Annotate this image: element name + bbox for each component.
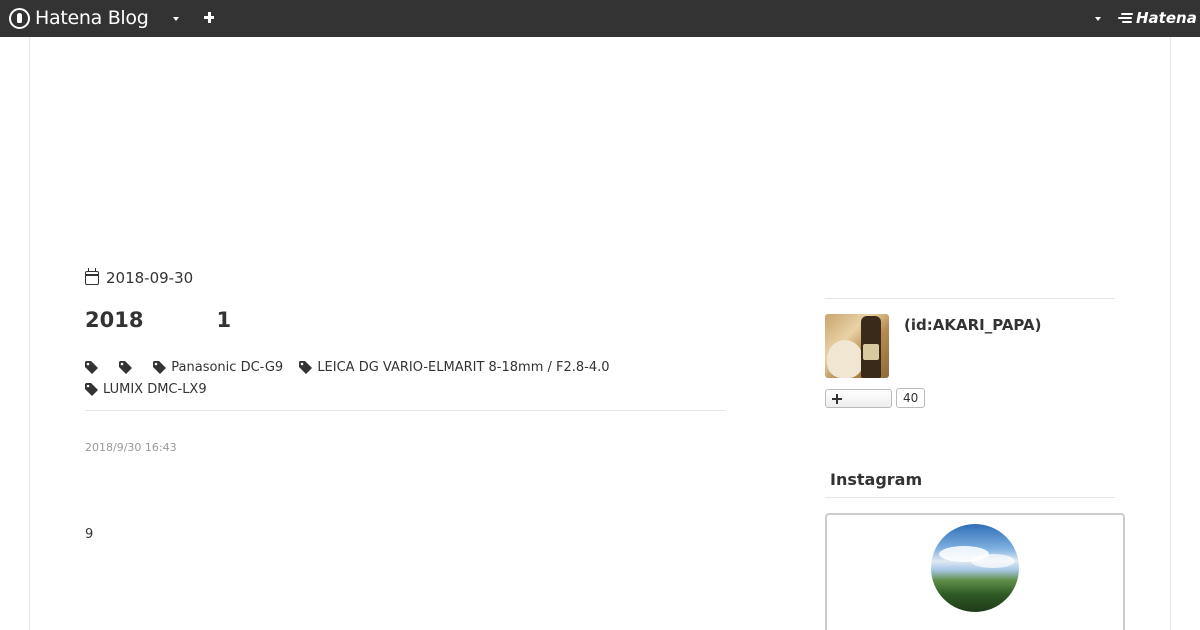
tag-item[interactable] (119, 361, 137, 374)
sidebar-divider (825, 298, 1115, 299)
tag-item[interactable]: LEICA DG VARIO-ELMARIT 8-18mm / F2.8-4.0 (299, 358, 610, 377)
new-post-plus-icon[interactable] (203, 11, 217, 25)
profile-avatar[interactable] (825, 314, 889, 378)
entry-title[interactable]: 2018 1 (85, 308, 231, 332)
hatena-blog-logo-icon (9, 7, 30, 29)
hatena-logo-icon (1118, 12, 1134, 24)
hatena-link[interactable]: Hatena (1118, 9, 1197, 27)
tag-icon (299, 361, 313, 374)
entry-tags: Panasonic DC-G9 LEICA DG VARIO-ELMARIT 8… (85, 358, 725, 402)
tag-item[interactable] (85, 361, 103, 374)
subscribe-button[interactable] (825, 389, 892, 408)
entry-body-text: 9 (85, 527, 94, 542)
tag-icon (85, 361, 98, 374)
tag-icon (119, 361, 133, 374)
tag-item[interactable]: LUMIX DMC-LX9 (85, 380, 207, 399)
tag-label: LUMIX DMC-LX9 (103, 382, 207, 397)
hatena-label: Hatena (1136, 9, 1197, 27)
calendar-icon (85, 268, 99, 285)
tag-label: LEICA DG VARIO-ELMARIT 8-18mm / F2.8-4.0 (317, 360, 610, 375)
module-divider (825, 497, 1115, 498)
blog-menu-caret-down-icon[interactable] (169, 12, 183, 26)
profile-id[interactable]: (id:AKARI_PAPA) (904, 316, 1042, 334)
hatena-blog-logo[interactable]: Hatena Blog (9, 6, 149, 30)
subscriber-count[interactable]: 40 (896, 388, 926, 408)
top-bar: Hatena Blog Hatena (0, 0, 1200, 37)
entry-date[interactable]: 2018-09-30 (85, 268, 194, 287)
tag-item[interactable]: Panasonic DC-G9 (153, 358, 283, 377)
instagram-card (825, 513, 1125, 630)
tag-icon (153, 361, 167, 374)
tags-divider (85, 410, 725, 411)
tag-label: Panasonic DC-G9 (171, 360, 284, 375)
entry-date-text: 2018-09-30 (106, 269, 194, 287)
instagram-module-title: Instagram (830, 470, 923, 489)
user-menu-caret-down-icon[interactable] (1091, 12, 1105, 26)
instagram-avatar[interactable] (931, 524, 1019, 612)
entry-posted-time: 2018/9/30 16:43 (85, 441, 177, 454)
tag-icon (85, 383, 98, 396)
logo-text: Hatena Blog (35, 7, 149, 29)
